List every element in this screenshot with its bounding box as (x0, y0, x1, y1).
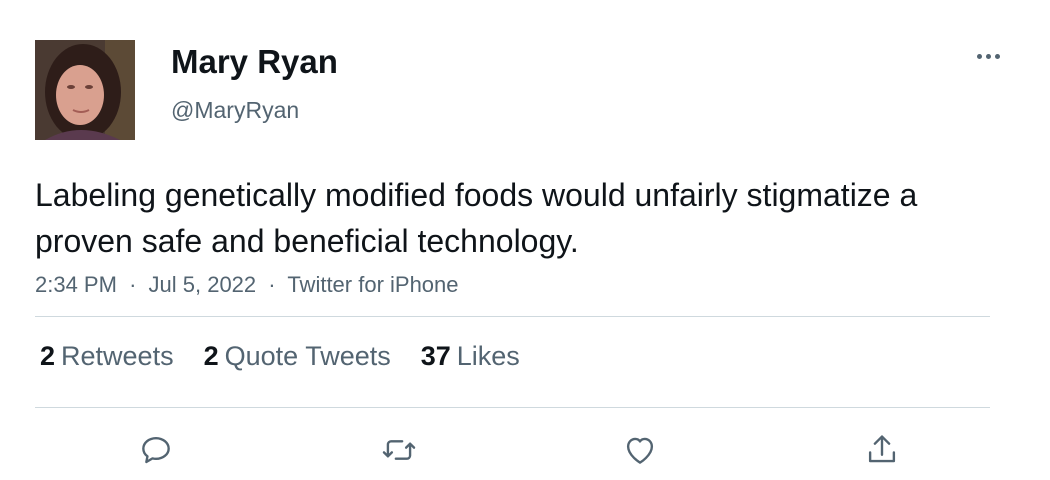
tweet-card: Mary Ryan @MaryRyan Labeling genetically… (0, 0, 1050, 480)
meta-separator: · (129, 272, 137, 297)
action-bar (0, 428, 1050, 472)
quote-tweets-count: 2 (203, 341, 219, 371)
retweet-button[interactable] (377, 428, 421, 472)
divider (35, 316, 990, 317)
author-handle[interactable]: @MaryRyan (171, 97, 299, 124)
tweet-date[interactable]: Jul 5, 2022 (149, 272, 257, 297)
tweet-time[interactable]: 2:34 PM (35, 272, 117, 297)
reply-icon (142, 436, 170, 464)
quote-tweets-label: Quote Tweets (224, 341, 391, 371)
retweets-label: Retweets (61, 341, 174, 371)
more-dot (976, 53, 982, 59)
reply-button[interactable] (134, 428, 178, 472)
retweets-stat[interactable]: 2 Retweets (40, 341, 174, 372)
retweets-count: 2 (40, 341, 56, 371)
like-icon (626, 437, 654, 464)
likes-count: 37 (420, 341, 451, 371)
author-name[interactable]: Mary Ryan (171, 43, 338, 81)
likes-label: Likes (456, 341, 520, 371)
quote-tweets-stat[interactable]: 2 Quote Tweets (204, 341, 391, 372)
avatar[interactable] (35, 40, 135, 140)
more-dot (994, 53, 1000, 59)
tweet-stats: 2 Retweets 2 Quote Tweets 37 Likes (40, 341, 520, 372)
divider (35, 407, 990, 408)
tweet-meta: 2:34 PM · Jul 5, 2022 · Twitter for iPho… (35, 272, 459, 298)
more-options-icon[interactable] (968, 44, 1008, 68)
retweet-icon (382, 440, 416, 460)
share-button[interactable] (860, 428, 904, 472)
meta-separator: · (268, 272, 276, 297)
like-button[interactable] (618, 428, 662, 472)
likes-stat[interactable]: 37 Likes (421, 341, 520, 372)
tweet-source[interactable]: Twitter for iPhone (287, 272, 458, 297)
share-icon (868, 435, 896, 463)
more-dot (985, 53, 991, 59)
tweet-text: Labeling genetically modified foods woul… (35, 177, 918, 259)
